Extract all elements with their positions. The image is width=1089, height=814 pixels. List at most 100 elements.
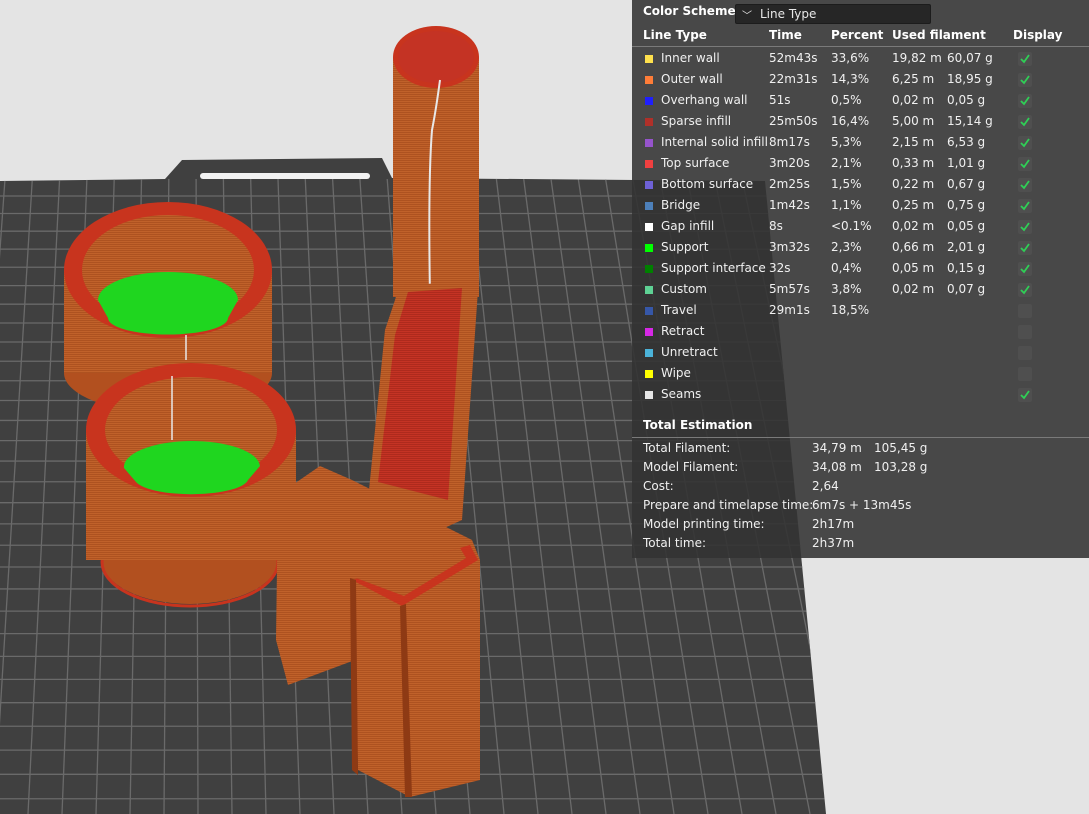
color-swatch	[645, 391, 653, 399]
line-type-time: 5m57s	[769, 282, 810, 296]
display-checkbox[interactable]	[1018, 346, 1032, 360]
line-type-length: 5,00 m	[892, 114, 935, 128]
display-checkbox[interactable]	[1018, 367, 1032, 381]
line-type-percent: 18,5%	[831, 303, 870, 317]
color-scheme-label: Color Scheme	[643, 4, 736, 18]
line-type-time: 8s	[769, 219, 783, 233]
estimation-row: Model Filament: 34,08 m 103,28 g	[632, 459, 1089, 478]
line-type-name: Support interface	[661, 261, 766, 275]
line-type-name: Retract	[661, 324, 705, 338]
line-type-name: Seams	[661, 387, 702, 401]
display-checkbox[interactable]	[1018, 199, 1032, 213]
estimation-label: Model Filament:	[643, 460, 739, 474]
line-type-row: Top surface 3m20s 2,1% 0,33 m 1,01 g	[632, 154, 1089, 175]
line-type-name: Custom	[661, 282, 707, 296]
line-type-time: 1m42s	[769, 198, 810, 212]
display-checkbox[interactable]	[1018, 52, 1032, 66]
estimation-divider	[632, 437, 1089, 438]
line-type-name: Gap infill	[661, 219, 715, 233]
checkmark-icon	[1020, 180, 1030, 190]
color-swatch	[645, 202, 653, 210]
color-swatch	[645, 76, 653, 84]
line-type-weight: 0,67 g	[947, 177, 986, 191]
line-type-weight: 18,95 g	[947, 72, 993, 86]
line-type-row: Inner wall 52m43s 33,6% 19,82 m 60,07 g	[632, 49, 1089, 70]
column-header-time: Time	[769, 28, 802, 42]
line-type-percent: <0.1%	[831, 219, 872, 233]
line-type-name: Inner wall	[661, 51, 720, 65]
total-estimation-title: Total Estimation	[643, 418, 753, 432]
estimation-value-secondary: 103,28 g	[874, 460, 928, 474]
color-swatch	[645, 97, 653, 105]
display-checkbox[interactable]	[1018, 241, 1032, 255]
estimation-value: 2h17m	[812, 517, 855, 531]
model-tall-tube	[393, 26, 479, 297]
color-swatch	[645, 349, 653, 357]
estimation-value: 34,08 m	[812, 460, 862, 474]
legend-panel: Color Scheme ﹀ Line Type Line Type Time …	[632, 0, 1089, 558]
color-scheme-value: Line Type	[760, 7, 817, 21]
header-divider	[632, 46, 1089, 47]
display-checkbox[interactable]	[1018, 220, 1032, 234]
line-type-row: Retract	[632, 322, 1089, 343]
line-type-row: Gap infill 8s <0.1% 0,02 m 0,05 g	[632, 217, 1089, 238]
line-type-row: Internal solid infill 8m17s 5,3% 2,15 m 6,53…	[632, 133, 1089, 154]
column-header-display: Display	[1013, 28, 1063, 42]
display-checkbox[interactable]	[1018, 73, 1032, 87]
column-header-line-type: Line Type	[643, 28, 707, 42]
estimation-label: Cost:	[643, 479, 674, 493]
line-type-percent: 1,5%	[831, 177, 862, 191]
model-cup-front	[86, 363, 296, 608]
line-type-row: Bottom surface 2m25s 1,5% 0,22 m 0,67 g	[632, 175, 1089, 196]
line-type-weight: 0,75 g	[947, 198, 986, 212]
checkmark-icon	[1020, 201, 1030, 211]
line-type-row: Support interface 32s 0,4% 0,05 m 0,15 g	[632, 259, 1089, 280]
line-type-weight: 60,07 g	[947, 51, 993, 65]
line-type-name: Travel	[661, 303, 697, 317]
line-type-time: 32s	[769, 261, 791, 275]
line-type-weight: 0,15 g	[947, 261, 986, 275]
line-type-row: Overhang wall 51s 0,5% 0,02 m 0,05 g	[632, 91, 1089, 112]
display-checkbox[interactable]	[1018, 157, 1032, 171]
line-type-percent: 16,4%	[831, 114, 870, 128]
display-checkbox[interactable]	[1018, 94, 1032, 108]
display-checkbox[interactable]	[1018, 325, 1032, 339]
display-checkbox[interactable]	[1018, 283, 1032, 297]
color-swatch	[645, 265, 653, 273]
estimation-label: Prepare and timelapse time:	[643, 498, 814, 512]
line-type-time: 52m43s	[769, 51, 818, 65]
line-type-time: 25m50s	[769, 114, 818, 128]
estimation-label: Total time:	[643, 536, 706, 550]
line-type-weight: 0,05 g	[947, 219, 986, 233]
color-swatch	[645, 286, 653, 294]
estimation-row: Cost: 2,64	[632, 478, 1089, 497]
line-type-length: 0,25 m	[892, 198, 935, 212]
display-checkbox[interactable]	[1018, 115, 1032, 129]
checkmark-icon	[1020, 264, 1030, 274]
line-type-time: 3m32s	[769, 240, 810, 254]
display-checkbox[interactable]	[1018, 262, 1032, 276]
checkmark-icon	[1020, 75, 1030, 85]
line-type-row: Unretract	[632, 343, 1089, 364]
estimation-value: 34,79 m	[812, 441, 862, 455]
color-swatch	[645, 244, 653, 252]
line-type-percent: 5,3%	[831, 135, 862, 149]
line-type-time: 51s	[769, 93, 791, 107]
line-type-name: Sparse infill	[661, 114, 732, 128]
display-checkbox[interactable]	[1018, 136, 1032, 150]
line-type-row: Travel 29m1s 18,5%	[632, 301, 1089, 322]
color-swatch	[645, 118, 653, 126]
line-type-length: 0,02 m	[892, 219, 935, 233]
line-type-name: Overhang wall	[661, 93, 748, 107]
line-type-row: Outer wall 22m31s 14,3% 6,25 m 18,95 g	[632, 70, 1089, 91]
checkmark-icon	[1020, 138, 1030, 148]
display-checkbox[interactable]	[1018, 178, 1032, 192]
estimation-value: 2,64	[812, 479, 839, 493]
line-type-percent: 2,1%	[831, 156, 862, 170]
display-checkbox[interactable]	[1018, 388, 1032, 402]
color-scheme-dropdown[interactable]: ﹀ Line Type	[735, 4, 931, 24]
line-type-row: Sparse infill 25m50s 16,4% 5,00 m 15,14 g	[632, 112, 1089, 133]
display-checkbox[interactable]	[1018, 304, 1032, 318]
color-swatch	[645, 55, 653, 63]
checkmark-icon	[1020, 117, 1030, 127]
